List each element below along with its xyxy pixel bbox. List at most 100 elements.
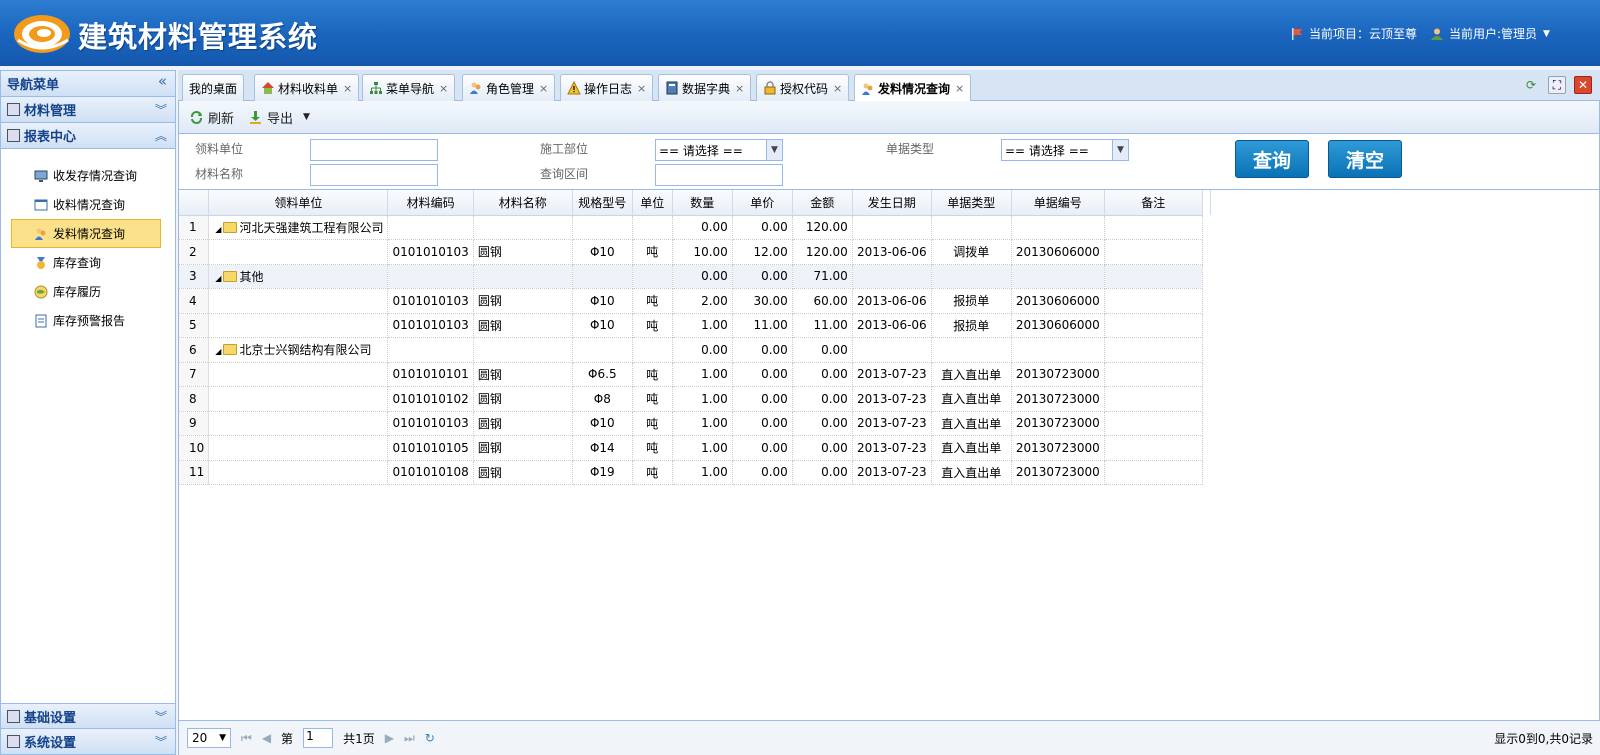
- tree-toggle-icon[interactable]: ◢: [215, 274, 221, 283]
- refresh-tab-icon[interactable]: ⟳: [1522, 76, 1540, 94]
- tree-group-row[interactable]: 1 ◢ 河北天强建筑工程有限公司 0.00 0.00 120.00: [179, 215, 1211, 240]
- query-button[interactable]: 查询: [1235, 140, 1309, 178]
- cell-amount: 120.00: [792, 215, 853, 240]
- column-header[interactable]: 发生日期: [852, 190, 932, 216]
- unit-input[interactable]: [310, 139, 438, 161]
- tab-menu-nav[interactable]: 菜单导航 ×: [362, 74, 456, 101]
- sidebar-section-system-settings[interactable]: 系统设置 ︾: [1, 729, 175, 755]
- column-header[interactable]: 单位: [632, 190, 673, 216]
- sidebar-title-label: 导航菜单: [7, 78, 60, 93]
- page-size-select[interactable]: 20 ▼: [187, 728, 231, 748]
- tree-group-row[interactable]: 6 ◢ 北京士兴钢结构有限公司 0.00 0.00 0.00: [179, 337, 1211, 363]
- prev-page-icon[interactable]: ◀: [262, 731, 271, 745]
- table-row[interactable]: 10 0101010105 圆钢 Φ14 吨 1.00 0.00 0.00 2013-07-23…: [179, 435, 1211, 461]
- sidebar-item-issue-query[interactable]: 发料情况查询: [11, 219, 161, 248]
- chevron-down-icon[interactable]: ▼: [219, 733, 226, 743]
- table-row[interactable]: 7 0101010101 圆钢 Φ6.5 吨 1.00 0.00 0.00 2013-07-23…: [179, 362, 1211, 387]
- close-icon[interactable]: ×: [637, 82, 646, 95]
- column-header[interactable]: 规格型号: [572, 190, 633, 216]
- cell-no: 20130606000: [1011, 288, 1105, 314]
- dept-select[interactable]: == 请选择 == ▼: [655, 139, 783, 161]
- collapse-sidebar-icon[interactable]: «: [158, 72, 167, 90]
- close-all-icon[interactable]: ✕: [1574, 76, 1592, 94]
- chevron-down-icon[interactable]: ▼: [766, 140, 782, 160]
- sidebar-section-materials[interactable]: 材料管理 ︾: [1, 97, 175, 123]
- page-number-input[interactable]: 1: [303, 728, 334, 748]
- flag-icon: [1292, 27, 1302, 40]
- fullscreen-icon[interactable]: ⛶: [1548, 76, 1566, 94]
- tree-toggle-icon[interactable]: ◢: [215, 347, 221, 356]
- table-row[interactable]: 2 0101010103 圆钢 Φ10 吨 10.00 12.00 120.00 2013-06…: [179, 239, 1211, 265]
- close-icon[interactable]: ×: [343, 82, 352, 95]
- reload-icon[interactable]: ↻: [425, 731, 435, 745]
- cell-no: 20130606000: [1011, 313, 1105, 338]
- app-title: 建筑材料管理系统: [78, 20, 319, 54]
- column-header[interactable]: 数量: [672, 190, 733, 216]
- table-row[interactable]: 9 0101010103 圆钢 Φ10 吨 1.00 0.00 0.00 2013-07-23 直…: [179, 411, 1211, 436]
- close-icon[interactable]: ×: [833, 82, 842, 95]
- chevron-down-icon[interactable]: ▼: [1543, 29, 1550, 39]
- table-row[interactable]: 8 0101010102 圆钢 Φ8 吨 1.00 0.00 0.00 2013-07-23 直入…: [179, 386, 1211, 412]
- tab-desktop[interactable]: 我的桌面: [182, 74, 245, 101]
- column-header[interactable]: 领料单位: [208, 190, 389, 216]
- cell-no: [1011, 337, 1105, 363]
- sidebar-title: 导航菜单 «: [1, 71, 175, 97]
- export-button[interactable]: 导出 ▼: [248, 108, 310, 127]
- column-header[interactable]: 单据编号: [1011, 190, 1105, 216]
- expand-icon[interactable]: ︾: [155, 708, 167, 725]
- range-input[interactable]: [655, 164, 783, 186]
- chevron-down-icon[interactable]: ▼: [1112, 140, 1128, 160]
- tab-label: 角色管理: [486, 81, 535, 96]
- refresh-button[interactable]: 刷新: [189, 108, 234, 127]
- expand-icon[interactable]: ︾: [155, 101, 167, 118]
- tree-group-row[interactable]: 3 ◢ 其他 0.00 0.00 71.00: [179, 264, 1211, 289]
- sidebar-item-stock-warning[interactable]: 库存预警报告: [11, 306, 161, 335]
- column-header[interactable]: 单据类型: [931, 190, 1012, 216]
- sidebar-section-reports[interactable]: 报表中心 ︽: [1, 123, 175, 149]
- tab-auth-code[interactable]: 授权代码 ×: [756, 74, 850, 101]
- column-header[interactable]: 备注: [1104, 190, 1203, 216]
- chevron-down-icon[interactable]: ▼: [303, 112, 310, 122]
- tab-issue-query[interactable]: 发料情况查询 ×: [854, 74, 972, 102]
- grid-icon: [7, 129, 20, 142]
- close-icon[interactable]: ×: [539, 82, 548, 95]
- cell-code: 0101010101: [387, 362, 474, 387]
- tab-data-dictionary[interactable]: 数据字典 ×: [658, 74, 752, 101]
- doc-type-select[interactable]: == 请选择 == ▼: [1001, 139, 1129, 161]
- tab-operation-log[interactable]: 操作日志 ×: [560, 74, 654, 101]
- column-header[interactable]: 材料编码: [387, 190, 474, 216]
- row-number: 1: [179, 215, 210, 240]
- next-page-icon[interactable]: ▶: [385, 731, 394, 745]
- sidebar-section-basic-settings[interactable]: 基础设置 ︾: [1, 703, 175, 729]
- cell-note: [1104, 264, 1203, 289]
- cell-spec: [572, 215, 633, 240]
- close-icon[interactable]: ×: [439, 82, 448, 95]
- table-row[interactable]: 5 0101010103 圆钢 Φ10 吨 1.00 11.00 11.00 2013-06-0…: [179, 313, 1211, 338]
- cell-unit: [632, 215, 673, 240]
- table-row[interactable]: 11 0101010108 圆钢 Φ19 吨 1.00 0.00 0.00 2013-07-23…: [179, 460, 1211, 485]
- last-page-icon[interactable]: ⏭: [404, 731, 415, 746]
- first-page-icon[interactable]: ⏮: [241, 731, 252, 746]
- column-header[interactable]: 材料名称: [473, 190, 573, 216]
- sidebar-item-inout-query[interactable]: 收发存情况查询: [11, 161, 161, 190]
- tree-toggle-icon[interactable]: ◢: [215, 225, 221, 234]
- unit-cell: [208, 288, 389, 314]
- sitemap-icon: [370, 82, 382, 94]
- clear-button[interactable]: 清空: [1328, 140, 1402, 178]
- sidebar-item-stock-history[interactable]: 库存履历: [11, 277, 161, 306]
- tab-label: 授权代码: [780, 81, 829, 96]
- column-header[interactable]: 金额: [792, 190, 853, 216]
- table-row[interactable]: 4 0101010103 圆钢 Φ10 吨 2.00 30.00 60.00 2013-06-0…: [179, 288, 1211, 314]
- collapse-icon[interactable]: ︽: [155, 127, 167, 144]
- sidebar-item-stock-query[interactable]: 库存查询: [11, 248, 161, 277]
- current-user[interactable]: 当前用户:管理员 ▼: [1430, 25, 1550, 42]
- tab-role-management[interactable]: 角色管理 ×: [462, 74, 556, 101]
- sidebar-item-receive-query[interactable]: 收料情况查询: [11, 190, 161, 219]
- close-icon[interactable]: ×: [955, 82, 964, 95]
- book-icon: [666, 81, 678, 95]
- close-icon[interactable]: ×: [735, 82, 744, 95]
- expand-icon[interactable]: ︾: [155, 733, 167, 750]
- tab-material-receipt[interactable]: 材料收料单 ×: [254, 74, 360, 101]
- material-input[interactable]: [310, 164, 438, 186]
- column-header[interactable]: 单价: [732, 190, 793, 216]
